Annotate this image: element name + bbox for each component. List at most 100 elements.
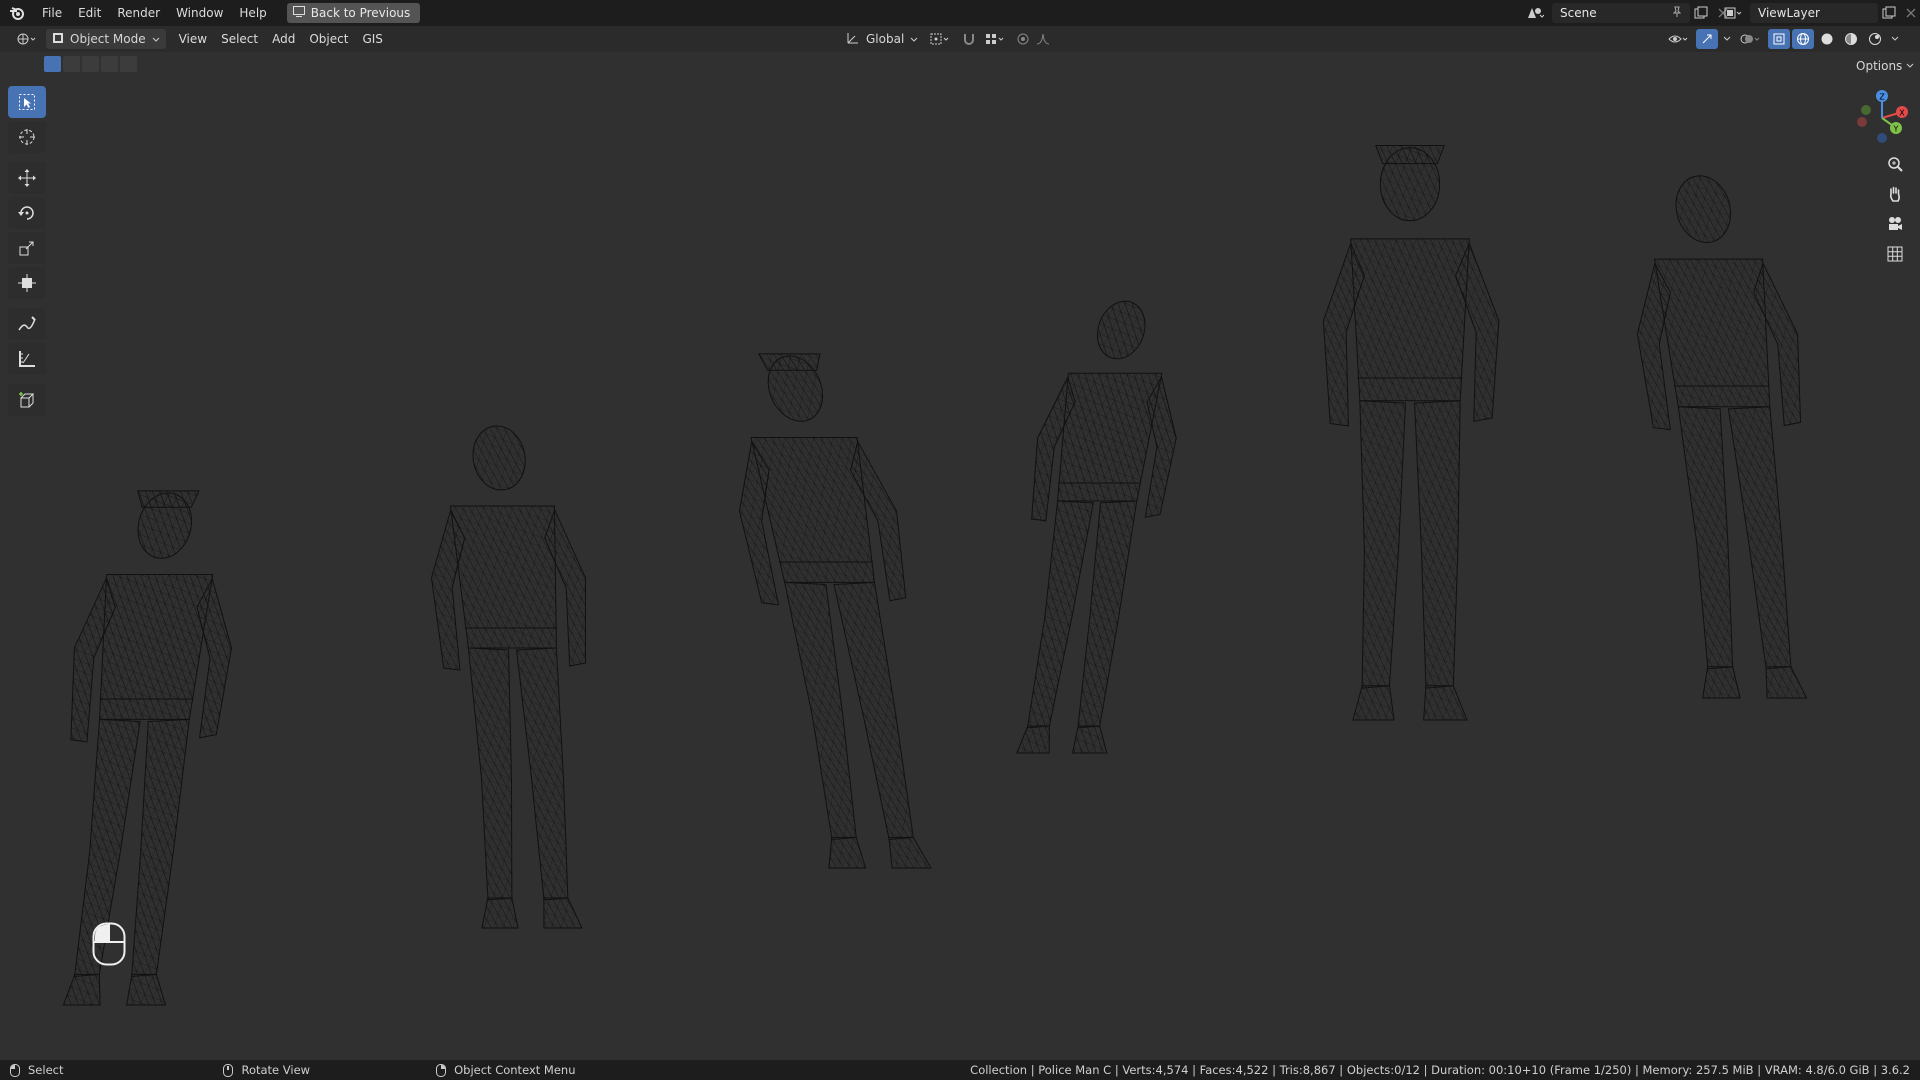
wireframe-figure[interactable] bbox=[37, 490, 248, 1006]
wireframe-shading-icon[interactable] bbox=[1792, 29, 1814, 49]
mesh-part bbox=[1359, 400, 1406, 689]
rotate-icon[interactable] bbox=[8, 197, 46, 229]
mesh-part bbox=[467, 647, 513, 901]
pan-hand-icon[interactable] bbox=[1880, 180, 1910, 208]
rendered-shading-icon[interactable] bbox=[1864, 29, 1886, 49]
header-menu-object[interactable]: Object bbox=[302, 26, 355, 52]
3d-viewport[interactable] bbox=[0, 52, 1920, 1060]
select-new-icon[interactable] bbox=[44, 56, 61, 72]
header-menu-gis[interactable]: GIS bbox=[355, 26, 389, 52]
mesh-part bbox=[1352, 685, 1395, 721]
select-extend-icon[interactable] bbox=[63, 56, 80, 72]
police-cap bbox=[137, 490, 200, 508]
new-scene-icon[interactable] bbox=[1690, 3, 1712, 23]
mesh-part bbox=[1096, 300, 1146, 360]
mesh-part bbox=[1702, 666, 1741, 699]
wireframe-scene[interactable] bbox=[0, 52, 1920, 1060]
delete-view-layer-icon[interactable] bbox=[1900, 3, 1920, 23]
snap-target-icon[interactable] bbox=[982, 29, 1010, 49]
mesh-part bbox=[543, 897, 583, 929]
cursor-icon[interactable] bbox=[8, 121, 46, 153]
mesh-part bbox=[515, 647, 569, 901]
back-to-previous-button[interactable]: Back to Previous bbox=[286, 3, 421, 23]
screen-icon bbox=[292, 6, 305, 20]
mesh-part bbox=[1350, 238, 1470, 402]
wireframe-figure[interactable] bbox=[421, 425, 610, 929]
header-menu-select[interactable]: Select bbox=[214, 26, 265, 52]
chevron-down-icon[interactable] bbox=[1720, 29, 1734, 49]
wireframe-figure[interactable] bbox=[1621, 175, 1836, 699]
view-layer-icon[interactable] bbox=[1722, 3, 1744, 23]
menu-window[interactable]: Window bbox=[168, 0, 231, 26]
menu-file[interactable]: File bbox=[34, 0, 70, 26]
wireframe-figure[interactable] bbox=[1322, 144, 1500, 721]
scene-name-field[interactable]: Scene bbox=[1552, 3, 1690, 23]
scale-icon[interactable] bbox=[8, 232, 46, 264]
view-layer-name: ViewLayer bbox=[1758, 6, 1820, 20]
mode-label: Object Mode bbox=[70, 32, 146, 46]
material-shading-icon[interactable] bbox=[1840, 29, 1862, 49]
view-layer-name-field[interactable]: ViewLayer bbox=[1750, 3, 1878, 23]
mesh-part bbox=[1016, 725, 1050, 754]
move-icon[interactable] bbox=[8, 162, 46, 194]
overlays-icon[interactable] bbox=[1736, 29, 1766, 49]
gizmo-z-label: Z bbox=[1879, 93, 1885, 102]
transform-icon[interactable] bbox=[8, 267, 46, 299]
chevron-down-icon[interactable] bbox=[1888, 29, 1902, 49]
tool-shelf bbox=[8, 86, 48, 419]
options-dropdown[interactable]: Options bbox=[1850, 56, 1920, 76]
gizmo-x-label: X bbox=[1899, 109, 1905, 118]
mode-dropdown[interactable]: Object Mode bbox=[46, 29, 166, 49]
orientation-dropdown[interactable]: Global bbox=[840, 29, 924, 49]
proportional-editing-icon[interactable] bbox=[1012, 29, 1034, 49]
transform-controls: Global bbox=[836, 29, 1058, 49]
add-cube-icon[interactable] bbox=[8, 384, 46, 416]
visibility-icon[interactable] bbox=[1664, 29, 1694, 49]
editor-type-icon[interactable] bbox=[12, 29, 42, 49]
mesh-part bbox=[126, 973, 167, 1006]
header-menu-view[interactable]: View bbox=[172, 26, 214, 52]
viewport-display-controls bbox=[1664, 29, 1902, 49]
mesh-part bbox=[1765, 666, 1808, 699]
select-box-icon[interactable] bbox=[8, 86, 46, 118]
menu-render[interactable]: Render bbox=[109, 0, 168, 26]
mesh-part bbox=[62, 973, 101, 1006]
wireframe-figure[interactable] bbox=[993, 300, 1195, 754]
measure-icon[interactable] bbox=[8, 343, 46, 375]
navigation-gizmo[interactable]: X Y Z bbox=[1852, 88, 1912, 148]
menu-edit[interactable]: Edit bbox=[70, 0, 109, 26]
solid-shading-icon[interactable] bbox=[1816, 29, 1838, 49]
falloff-icon[interactable] bbox=[1036, 29, 1058, 49]
mesh-part bbox=[472, 425, 526, 491]
status-rotate-label: Rotate View bbox=[241, 1063, 311, 1077]
menu-help[interactable]: Help bbox=[231, 0, 274, 26]
status-rotate: Rotate View bbox=[223, 1063, 310, 1077]
police-cap bbox=[757, 353, 821, 371]
orientation-icon bbox=[846, 31, 860, 48]
selection-mode-buttons bbox=[44, 56, 137, 72]
header-menu-add[interactable]: Add bbox=[265, 26, 302, 52]
scene-icon[interactable] bbox=[1524, 3, 1546, 23]
wireframe-figure[interactable] bbox=[712, 353, 960, 869]
back-to-previous-label: Back to Previous bbox=[310, 6, 411, 20]
snap-toggle-icon[interactable] bbox=[958, 29, 980, 49]
scene-name: Scene bbox=[1560, 6, 1597, 20]
zoom-icon[interactable] bbox=[1880, 150, 1910, 178]
annotate-icon[interactable] bbox=[8, 308, 46, 340]
pivot-point-icon[interactable] bbox=[926, 29, 956, 49]
top-menu-bar: File Edit Render Window Help Back to Pre… bbox=[0, 0, 1920, 26]
camera-icon[interactable] bbox=[1880, 210, 1910, 238]
mouse-left-icon bbox=[10, 1063, 20, 1077]
select-subtract-icon[interactable] bbox=[82, 56, 99, 72]
xray-toggle-icon[interactable] bbox=[1768, 29, 1790, 49]
select-invert-icon[interactable] bbox=[101, 56, 118, 72]
chevron-down-icon bbox=[910, 32, 918, 46]
blender-logo-icon[interactable] bbox=[0, 0, 34, 26]
select-intersect-icon[interactable] bbox=[120, 56, 137, 72]
chevron-down-icon bbox=[152, 32, 160, 46]
pin-icon[interactable] bbox=[1672, 6, 1682, 21]
gizmo-toggle-icon[interactable] bbox=[1696, 29, 1718, 49]
new-view-layer-icon[interactable] bbox=[1878, 3, 1900, 23]
grid-icon[interactable] bbox=[1880, 240, 1910, 268]
mesh-part bbox=[828, 836, 867, 869]
